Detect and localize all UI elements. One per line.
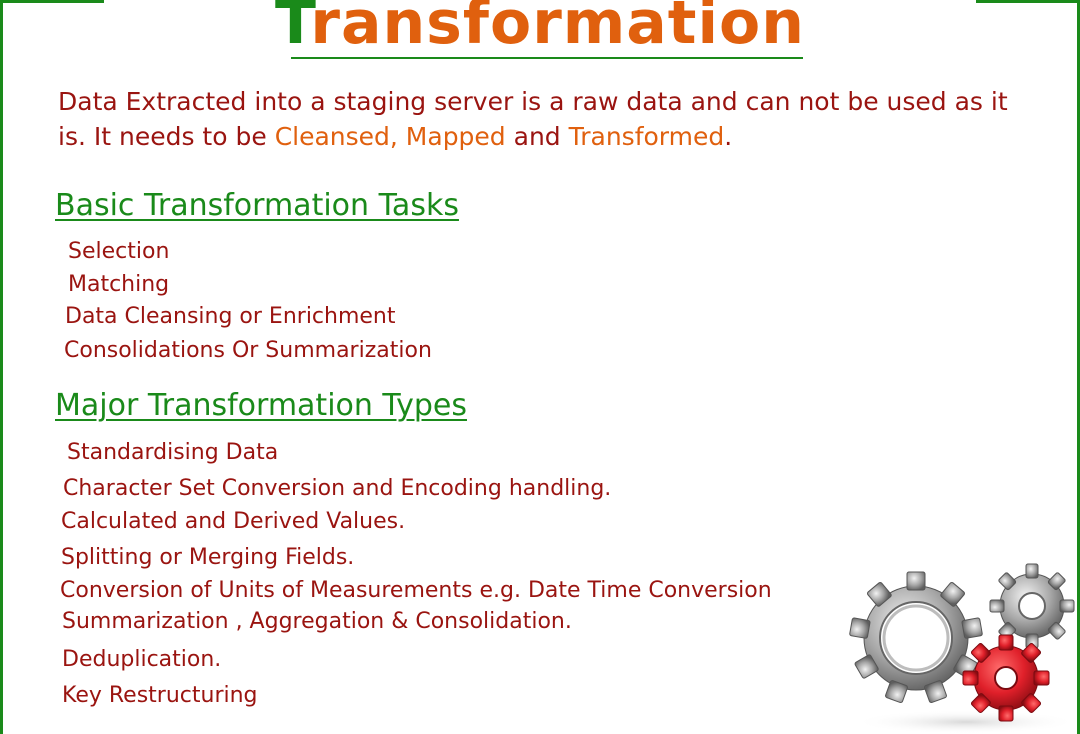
major-type-item: Calculated and Derived Values. xyxy=(61,509,406,534)
intro-highlight-2: Transformed xyxy=(568,122,725,151)
intro-text-2: and xyxy=(505,122,569,151)
major-type-item: Splitting or Merging Fields. xyxy=(61,545,355,570)
basic-task-item: Data Cleansing or Enrichment xyxy=(65,304,396,329)
basic-tasks-heading: Basic Transformation Tasks xyxy=(55,188,459,223)
basic-task-item: Matching xyxy=(68,272,170,297)
major-type-item: Conversion of Units of Measurements e.g.… xyxy=(60,578,772,603)
title-underline xyxy=(291,57,803,59)
basic-task-item: Consolidations Or Summarization xyxy=(64,338,432,363)
basic-task-item: Selection xyxy=(68,239,170,264)
page-title: Transformation xyxy=(0,0,1080,58)
intro-text-3: . xyxy=(724,122,733,151)
title-first-letter: T xyxy=(275,0,311,58)
gears-icon xyxy=(849,563,1078,734)
major-type-item: Character Set Conversion and Encoding ha… xyxy=(63,476,612,501)
frame-left-line xyxy=(0,0,3,734)
major-type-item: Summarization , Aggregation & Consolidat… xyxy=(62,609,572,634)
title-rest: ransformation xyxy=(310,0,805,58)
major-type-item: Key Restructuring xyxy=(62,683,258,708)
major-type-item: Standardising Data xyxy=(67,440,279,465)
major-type-item: Deduplication. xyxy=(62,647,222,672)
intro-paragraph: Data Extracted into a staging server is … xyxy=(58,84,1018,154)
intro-highlight-1: Cleansed, Mapped xyxy=(274,122,506,151)
major-types-heading: Major Transformation Types xyxy=(55,388,467,423)
